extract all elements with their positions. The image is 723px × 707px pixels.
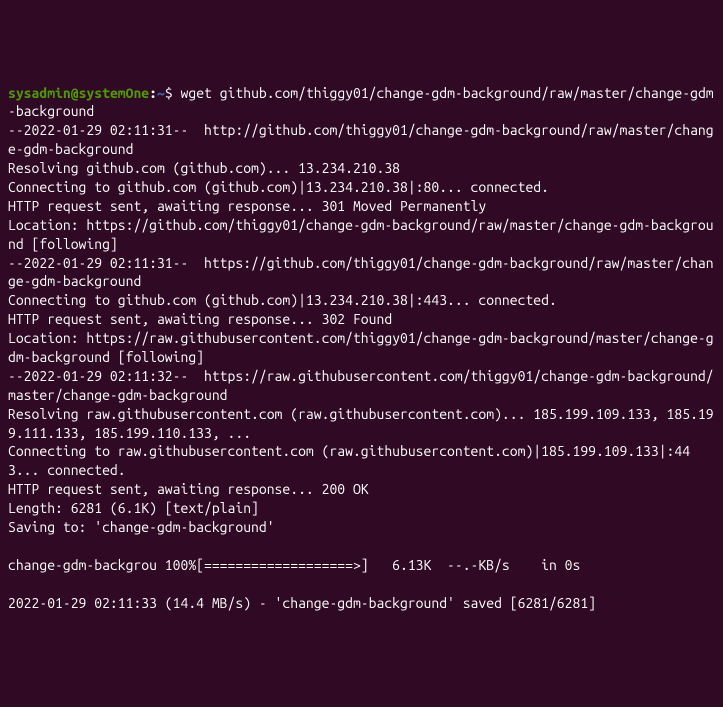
output-line: --2022-01-29 02:11:32-- https://raw.gith…: [8, 368, 714, 403]
output-line: --2022-01-29 02:11:31-- http://github.co…: [8, 122, 714, 157]
output-line: Connecting to github.com (github.com)|13…: [8, 292, 557, 308]
prompt-colon: :: [149, 85, 157, 101]
output-line: HTTP request sent, awaiting response... …: [8, 198, 486, 214]
output-line: HTTP request sent, awaiting response... …: [8, 481, 369, 497]
output-line: Length: 6281 (6.1K) [text/plain]: [8, 500, 259, 516]
prompt-user: sysadmin: [8, 85, 71, 101]
output-line: Connecting to github.com (github.com)|13…: [8, 179, 549, 195]
output-line: 2022-01-29 02:11:33 (14.4 MB/s) - 'chang…: [8, 595, 596, 611]
prompt-at: @: [71, 85, 79, 101]
output-line: Location: https://raw.githubusercontent.…: [8, 330, 714, 365]
output-line: Resolving github.com (github.com)... 13.…: [8, 160, 400, 176]
output-line: Resolving raw.githubusercontent.com (raw…: [8, 406, 714, 441]
progress-line: change-gdm-backgrou 100%[===============…: [8, 557, 580, 573]
prompt-dollar: $: [165, 85, 181, 101]
output-line: Location: https://github.com/thiggy01/ch…: [8, 217, 714, 252]
terminal-output[interactable]: sysadmin@systemOne:~$ wget github.com/th…: [8, 84, 715, 613]
output-line: Connecting to raw.githubusercontent.com …: [8, 443, 690, 478]
prompt-host: systemOne: [79, 85, 150, 101]
output-line: --2022-01-29 02:11:31-- https://github.c…: [8, 255, 714, 290]
prompt-path: ~: [157, 85, 165, 101]
output-line: Saving to: 'change-gdm-background': [8, 519, 275, 535]
output-line: HTTP request sent, awaiting response... …: [8, 311, 392, 327]
